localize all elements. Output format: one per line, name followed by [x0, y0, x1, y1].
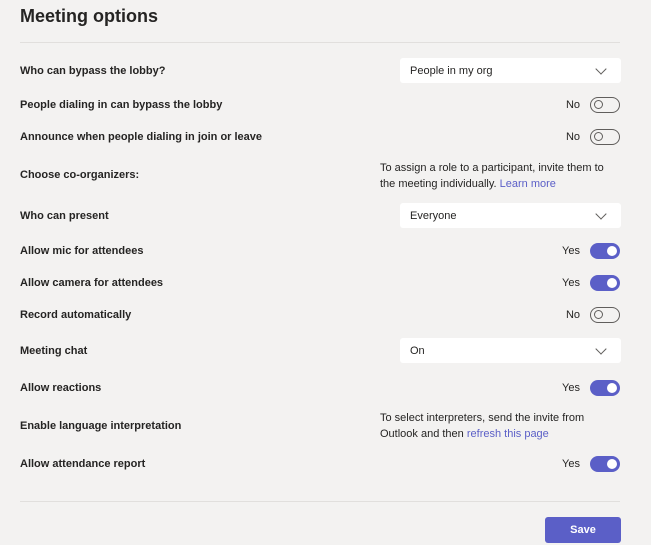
option-row-who-can-present: Who can present Everyone	[20, 203, 621, 228]
option-row-dialing-bypass: People dialing in can bypass the lobby N…	[20, 97, 620, 113]
save-button[interactable]: Save	[545, 517, 621, 543]
bypass-lobby-dropdown[interactable]: People in my org	[400, 58, 621, 83]
toggle-knob	[607, 278, 617, 288]
option-row-allow-camera: Allow camera for attendees Yes	[20, 275, 620, 291]
toggle-knob	[607, 459, 617, 469]
option-label: Who can present	[20, 209, 109, 222]
toggle-state: No	[565, 99, 580, 111]
toggle-knob	[594, 100, 603, 109]
toggle-group: No	[566, 97, 620, 113]
toggle-state: No	[565, 309, 580, 321]
toggle-knob	[607, 246, 617, 256]
toggle-state: Yes	[562, 245, 580, 257]
chevron-down-icon	[595, 207, 607, 220]
option-label: Who can bypass the lobby?	[20, 64, 166, 77]
toggle-state: No	[565, 131, 580, 143]
option-label: Allow attendance report	[20, 458, 146, 470]
option-row-announce: Announce when people dialing in join or …	[20, 129, 620, 145]
option-row-bypass-lobby: Who can bypass the lobby? People in my o…	[20, 58, 621, 83]
footer-divider	[20, 501, 620, 502]
toggle-group: Yes	[562, 243, 620, 259]
reactions-toggle[interactable]	[590, 380, 620, 396]
record-toggle[interactable]	[590, 307, 620, 323]
interpretation-info: To select interpreters, send the invite …	[380, 410, 610, 442]
co-organizers-info: To assign a role to a participant, invit…	[380, 160, 610, 192]
chevron-down-icon	[595, 342, 607, 355]
option-label: People dialing in can bypass the lobby	[20, 99, 223, 111]
attendance-toggle[interactable]	[590, 456, 620, 472]
meeting-chat-dropdown[interactable]: On	[400, 338, 621, 363]
who-can-present-dropdown[interactable]: Everyone	[400, 203, 621, 228]
option-row-meeting-chat: Meeting chat On	[20, 338, 621, 363]
dialing-bypass-toggle[interactable]	[590, 97, 620, 113]
option-label: Choose co-organizers:	[20, 169, 140, 181]
dropdown-value: People in my org	[410, 64, 493, 77]
option-label: Enable language interpretation	[20, 420, 182, 432]
toggle-knob	[607, 383, 617, 393]
page-title: Meeting options	[20, 6, 158, 26]
toggle-knob	[594, 132, 603, 141]
learn-more-link[interactable]: Learn more	[500, 178, 556, 190]
allow-mic-toggle[interactable]	[590, 243, 620, 259]
option-row-record: Record automatically No	[20, 307, 620, 323]
header-divider	[20, 42, 620, 43]
toggle-state: Yes	[562, 458, 580, 470]
toggle-group: No	[566, 129, 620, 145]
option-label: Record automatically	[20, 309, 132, 321]
toggle-group: Yes	[562, 275, 620, 291]
option-label: Announce when people dialing in join or …	[20, 131, 263, 143]
dropdown-value: Everyone	[410, 209, 457, 222]
dropdown-value: On	[410, 344, 425, 357]
option-row-reactions: Allow reactions Yes	[20, 380, 620, 396]
info-text: To assign a role to a participant, invit…	[380, 162, 604, 190]
refresh-page-link[interactable]: refresh this page	[467, 428, 549, 440]
option-label: Allow camera for attendees	[20, 277, 164, 289]
toggle-knob	[594, 310, 603, 319]
toggle-group: Yes	[562, 380, 620, 396]
toggle-state: Yes	[562, 277, 580, 289]
announce-toggle[interactable]	[590, 129, 620, 145]
option-label: Allow reactions	[20, 382, 102, 394]
option-label: Meeting chat	[20, 344, 88, 357]
toggle-group: Yes	[562, 456, 620, 472]
allow-camera-toggle[interactable]	[590, 275, 620, 291]
toggle-group: No	[566, 307, 620, 323]
chevron-down-icon	[595, 62, 607, 75]
option-row-attendance: Allow attendance report Yes	[20, 456, 620, 472]
toggle-state: Yes	[562, 382, 580, 394]
option-label: Allow mic for attendees	[20, 245, 144, 257]
option-row-allow-mic: Allow mic for attendees Yes	[20, 243, 620, 259]
